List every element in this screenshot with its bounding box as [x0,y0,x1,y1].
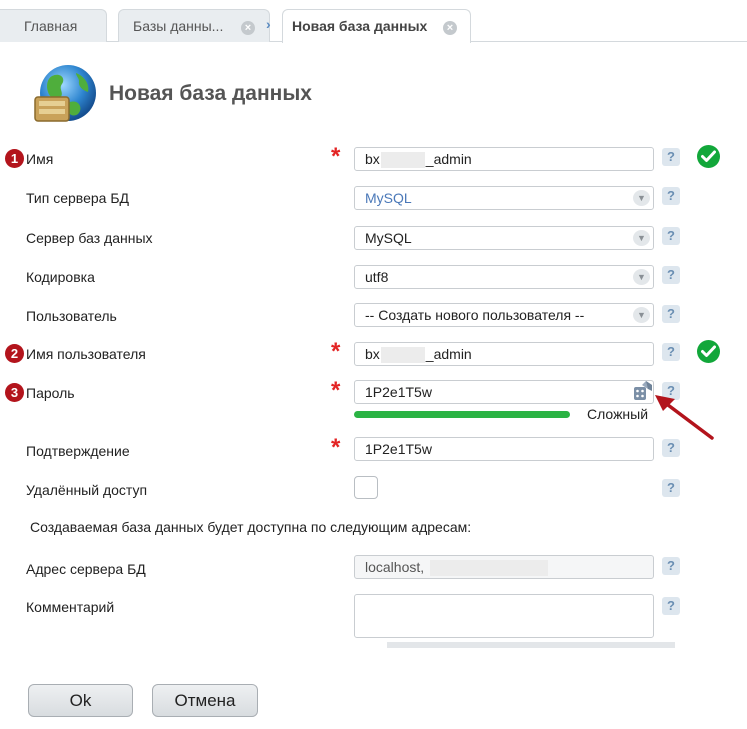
chevron-down-icon: ▼ [633,307,650,323]
help-icon[interactable]: ? [662,597,680,615]
name-prefix: bx [365,151,380,167]
help-icon[interactable]: ? [662,439,680,457]
cancel-button[interactable]: Отмена [152,684,258,717]
encoding-value: utf8 [365,269,389,285]
encoding-label: Кодировка [26,269,95,285]
help-icon[interactable]: ? [662,187,680,205]
confirm-password-field[interactable]: 1P2e1T5w [354,437,654,461]
step-badge-1: 1 [5,149,24,168]
server-address-value: localhost, [365,559,425,575]
password-value: 1P2e1T5w [365,384,432,400]
chevron-down-icon: ▼ [633,269,650,285]
page-title: Новая база данных [109,82,312,105]
required-marker: * [331,338,341,365]
server-type-value: MySQL [365,190,412,206]
close-icon[interactable]: × [241,21,255,35]
addresses-info-text: Создаваемая база данных будет доступна п… [30,519,472,535]
server-address-label: Адрес сервера БД [26,561,146,577]
close-icon[interactable]: × [443,21,457,35]
step-badge-2: 2 [5,344,24,363]
redacted-block [380,347,425,364]
db-server-label: Сервер баз данных [26,230,153,246]
help-icon[interactable]: ? [662,479,680,497]
required-marker: * [331,377,341,404]
username-suffix: _admin [425,346,472,362]
name-label: Имя [26,151,54,167]
textarea-scrollbar[interactable] [387,642,675,648]
redacted-block [430,560,549,577]
remote-access-label: Удалённый доступ [26,482,148,498]
username-label: Имя пользователя [26,346,146,362]
required-marker: * [331,434,341,461]
help-icon[interactable]: ? [662,266,680,284]
help-icon[interactable]: ? [662,148,680,166]
server-type-select[interactable]: MySQL ▼ [354,186,654,210]
required-marker: * [331,143,341,170]
annotation-arrow-icon [655,395,714,440]
name-field[interactable]: bx _admin [354,147,654,171]
help-icon[interactable]: ? [662,343,680,361]
user-label: Пользователь [26,308,117,324]
step-badge-3: 3 [5,383,24,402]
help-icon[interactable]: ? [662,227,680,245]
db-server-value: MySQL [365,230,412,246]
tab-new-database-label: Новая база данных [292,18,428,34]
comment-textarea[interactable] [354,594,654,638]
remote-access-checkbox[interactable] [354,476,378,499]
tab-databases[interactable]: Базы данны... × [118,9,270,42]
tab-databases-label: Базы данны... [133,18,224,34]
user-value: -- Создать нового пользователя -- [365,307,585,323]
password-strength-label: Сложный [587,406,649,422]
server-address-field: localhost, [354,555,654,579]
username-field[interactable]: bx _admin [354,342,654,366]
confirm-label: Подтверждение [26,443,130,459]
ok-button[interactable]: Ok [28,684,133,717]
valid-check-icon [697,145,720,168]
user-select[interactable]: -- Создать нового пользователя -- ▼ [354,303,654,327]
db-server-select[interactable]: MySQL ▼ [354,226,654,250]
redacted-block [380,152,425,169]
tab-new-database[interactable]: Новая база данных × [282,9,471,43]
password-field[interactable]: 1P2e1T5w [354,380,654,404]
username-prefix: bx [365,346,380,362]
valid-check-icon [697,340,720,363]
password-label: Пароль [26,385,75,401]
help-icon[interactable]: ? [662,557,680,575]
tab-home[interactable]: Главная [0,9,107,42]
globe-database-icon [34,65,96,122]
comment-label: Комментарий [26,599,115,615]
tab-home-label: Главная [24,18,78,34]
password-strength-bar [354,411,570,418]
tab-bar: Главная Базы данны... × › Новая база дан… [0,0,747,43]
chevron-down-icon: ▼ [633,230,650,246]
help-icon[interactable]: ? [662,305,680,323]
encoding-select[interactable]: utf8 ▼ [354,265,654,289]
chevron-right-icon: › [266,16,271,32]
server-type-label: Тип сервера БД [26,190,129,206]
confirm-value: 1P2e1T5w [365,441,432,457]
chevron-down-icon: ▼ [633,190,650,206]
name-suffix: _admin [425,151,472,167]
